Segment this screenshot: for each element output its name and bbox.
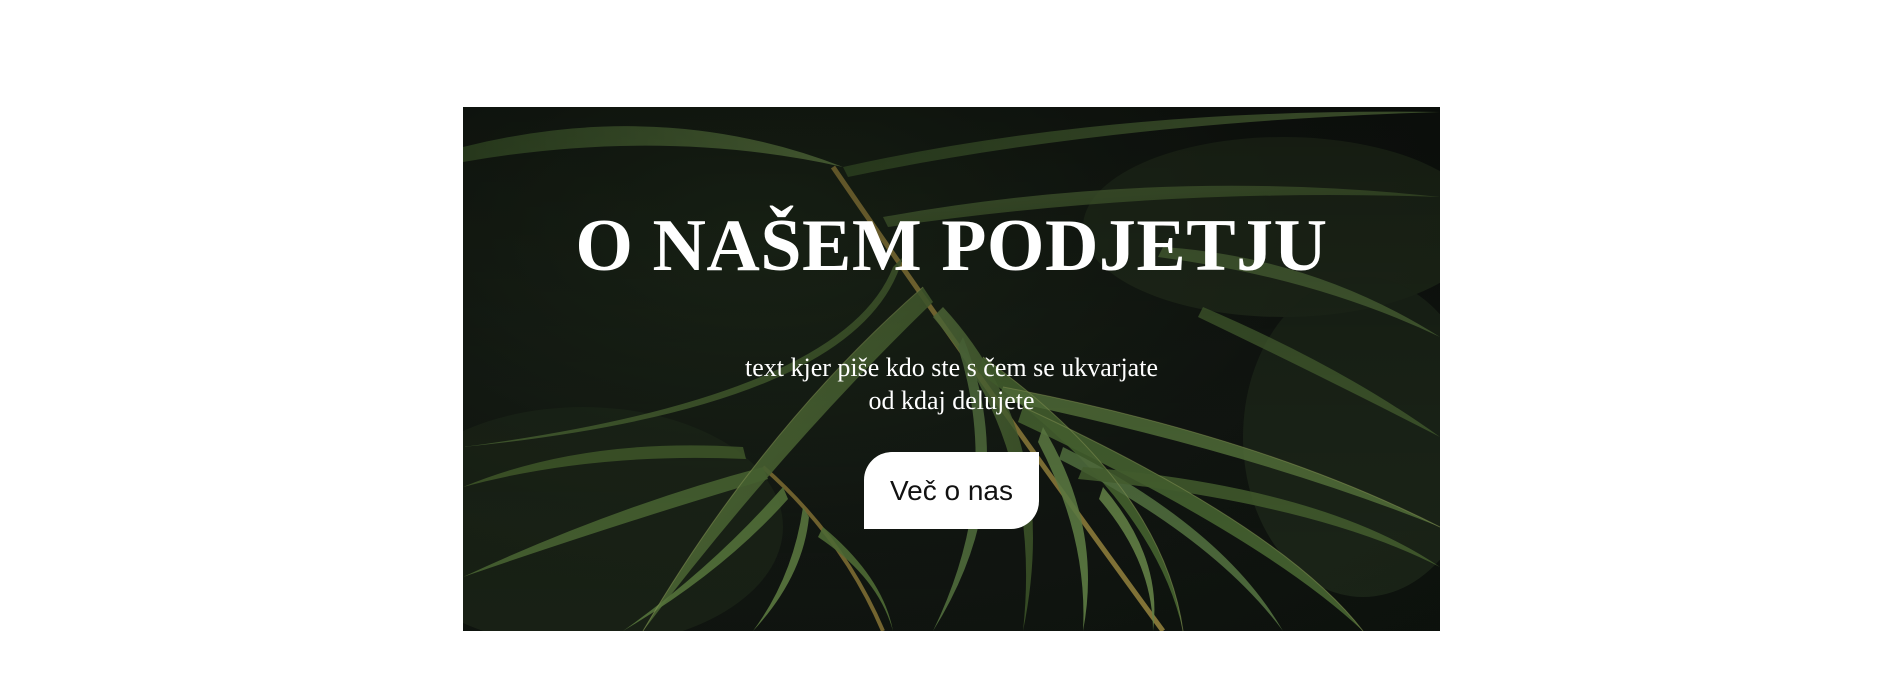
hero-description: text kjer piše kdo ste s čem se ukvarjat… (463, 351, 1440, 417)
hero-description-line-1: text kjer piše kdo ste s čem se ukvarjat… (745, 353, 1158, 382)
hero-title: O NAŠEM PODJETJU (575, 205, 1328, 287)
hero-content: O NAŠEM PODJETJU text kjer piše kdo ste … (463, 107, 1440, 631)
about-hero-section: O NAŠEM PODJETJU text kjer piše kdo ste … (463, 107, 1440, 631)
page: O NAŠEM PODJETJU text kjer piše kdo ste … (0, 0, 1888, 678)
more-about-us-button[interactable]: Več o nas (864, 452, 1039, 529)
hero-description-line-2: od kdaj delujete (868, 386, 1035, 415)
